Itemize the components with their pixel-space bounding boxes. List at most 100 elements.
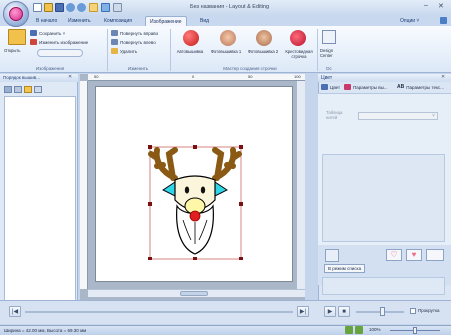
auto-punch-button[interactable] (183, 30, 199, 48)
rotate-right-button[interactable]: Повернуть вправо (111, 30, 158, 36)
panel-title: Цвет (321, 75, 333, 81)
sewing-order-list[interactable] (4, 96, 76, 306)
view-icon[interactable] (355, 326, 363, 334)
delete-label: Удалить (120, 48, 138, 54)
ruler-label: 100 (294, 74, 301, 79)
heart-fill-icon[interactable]: ♥ (406, 249, 422, 261)
photo-stitch-2-button[interactable] (256, 30, 272, 48)
reindeer-design[interactable] (145, 120, 247, 260)
auto-punch-label: Автовышивка (176, 49, 204, 54)
vertical-ruler (80, 81, 88, 289)
application-menu-button[interactable] (3, 1, 29, 27)
right-eye (200, 186, 206, 194)
customize-toolbar-icon[interactable] (113, 3, 122, 12)
panel-close-button[interactable]: ✕ (441, 74, 445, 80)
tab-composition[interactable]: Композиция (100, 16, 136, 26)
sewing-progress-track[interactable] (25, 311, 293, 313)
apple-icon (183, 30, 199, 46)
step-back-icon[interactable]: |◀ (9, 306, 21, 317)
group-dc-label: Dc (326, 66, 332, 71)
open-folder-large-icon[interactable] (8, 29, 26, 45)
eyedropper-icon[interactable] (426, 249, 444, 261)
open-button[interactable]: Открыть (4, 48, 20, 53)
list-view-icon[interactable] (34, 85, 42, 93)
resize-handle[interactable] (239, 257, 243, 260)
group-wizard-label: Мастер создания строчки (223, 66, 277, 71)
strawberry-icon (290, 30, 306, 46)
resize-handle[interactable] (239, 202, 243, 206)
color-order-icon[interactable] (24, 85, 32, 93)
group-change-label: Изменить (127, 66, 149, 71)
panel-close-button[interactable]: ✕ (68, 74, 72, 80)
design-center-icon[interactable] (322, 30, 336, 44)
separator (170, 29, 171, 71)
tab-color[interactable]: Цвет (321, 84, 340, 90)
tab-view[interactable]: Вид (196, 16, 213, 26)
heart-outline-icon[interactable]: ♡ (386, 249, 402, 261)
horizontal-scrollbar[interactable] (88, 289, 305, 297)
scroll-checkbox-label: Прокрутка (418, 308, 440, 313)
move-up-icon[interactable] (4, 85, 12, 93)
help-icon[interactable] (440, 17, 447, 24)
change-image-label: Изменить изображение (39, 39, 89, 45)
tab-home[interactable]: В начало (32, 16, 61, 26)
minimize-button[interactable]: – (424, 2, 428, 9)
design-center-button[interactable]: Design Center (320, 48, 340, 58)
chevron-down-icon: ˅ (432, 113, 435, 119)
thread-icon[interactable] (325, 249, 339, 262)
resize-handle[interactable] (148, 202, 152, 206)
cross-stitch-button[interactable] (290, 30, 306, 48)
grid-icon[interactable] (345, 326, 353, 334)
thread-table-select[interactable]: ˅ (358, 112, 438, 120)
resize-handle[interactable] (148, 145, 152, 149)
step-forward-icon[interactable]: ▶| (297, 306, 309, 317)
move-down-icon[interactable] (14, 85, 22, 93)
tab-sewing-params[interactable]: Параметры вы... (344, 84, 388, 90)
redo-icon[interactable] (77, 3, 86, 12)
zoom-slider-thumb[interactable] (413, 327, 417, 334)
resize-handle[interactable] (239, 145, 243, 149)
scroll-checkbox[interactable] (410, 308, 416, 314)
tab-text-params[interactable]: AB Параметры текс... (397, 84, 444, 90)
delete-image-button[interactable]: Удалить (111, 48, 137, 54)
right-antler (212, 147, 242, 181)
tab-edit[interactable]: Изменить (64, 16, 95, 26)
resize-handle[interactable] (193, 257, 197, 260)
options-menu[interactable]: Опции ˅ (400, 18, 419, 24)
tab-text-params-label: Параметры текс... (406, 84, 445, 90)
rotate-left-button[interactable]: Повернуть влево (111, 39, 156, 45)
change-image-button[interactable]: Изменить изображение (30, 39, 88, 45)
color-list[interactable] (322, 154, 445, 242)
left-antler (148, 147, 178, 181)
delete-icon (111, 48, 118, 54)
red-nose (189, 210, 201, 222)
save-disk-icon[interactable] (55, 3, 64, 12)
play-icon[interactable]: ▶ (324, 306, 336, 317)
left-ear (162, 181, 176, 197)
tab-image[interactable]: Изображение (145, 16, 187, 26)
list-mode-button[interactable]: В режим списка (324, 264, 366, 273)
select-icon[interactable] (89, 3, 98, 12)
save-image-button[interactable]: Сохранить ˅ (30, 30, 65, 36)
photo-stitch-1-button[interactable] (220, 30, 236, 48)
zoom-level[interactable]: 100% (369, 327, 381, 332)
open-folder-icon[interactable] (44, 3, 53, 12)
sewing-order-toolbar (4, 84, 76, 94)
text-icon: AB (397, 84, 405, 90)
resize-handle[interactable] (148, 257, 152, 260)
zoom-icon[interactable] (101, 3, 110, 12)
tab-color-label: Цвет (330, 84, 341, 90)
speed-slider-thumb[interactable] (380, 307, 385, 316)
stop-icon[interactable]: ■ (338, 306, 350, 317)
scroll-thumb[interactable] (180, 291, 208, 296)
undo-icon[interactable] (66, 3, 75, 12)
close-button[interactable]: ✕ (438, 2, 444, 10)
separator (317, 29, 318, 71)
ruler-label: 50 (248, 74, 253, 79)
new-file-icon[interactable] (33, 3, 42, 12)
save-image-label: Сохранить ˅ (39, 30, 66, 36)
window-title: Без названия - Layout & Editing (190, 4, 270, 10)
vertical-scrollbar[interactable] (297, 81, 305, 289)
image-slider[interactable] (37, 49, 83, 57)
resize-handle[interactable] (193, 145, 197, 149)
